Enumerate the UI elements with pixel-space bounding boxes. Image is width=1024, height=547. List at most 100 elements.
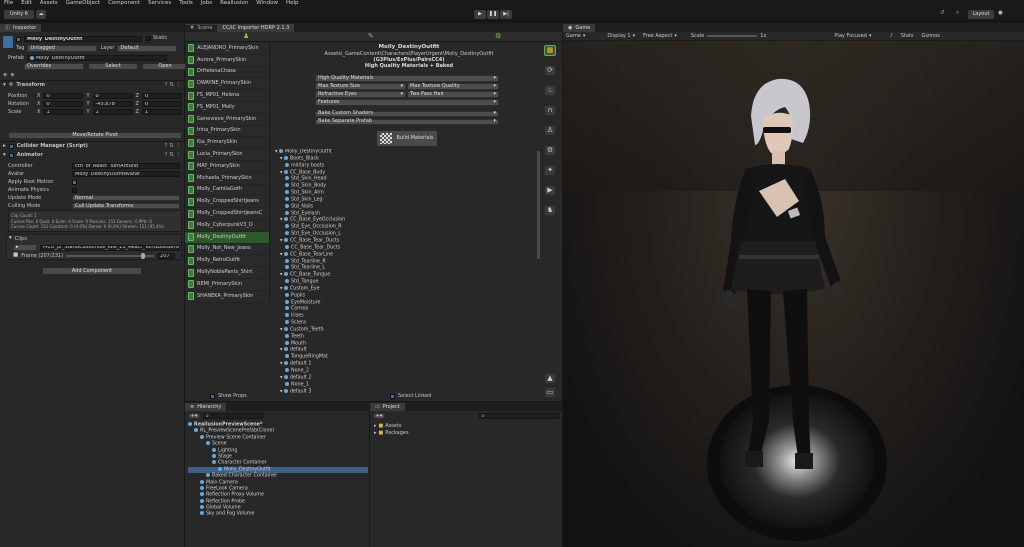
mesh-tree-item[interactable]: Std_Skin_Head bbox=[275, 176, 537, 183]
scale-z-field[interactable]: 1 bbox=[141, 109, 182, 115]
max-tex-size-dropdown[interactable]: Max Texture Size ▾ bbox=[315, 83, 406, 90]
active-checkbox[interactable] bbox=[16, 36, 21, 42]
static-checkbox[interactable] bbox=[146, 36, 151, 41]
clip-field[interactable]: MCU_pf_StandCustomize_Idle_21_React_Turn… bbox=[40, 244, 180, 251]
mesh-tree-item[interactable]: Std_Tongue bbox=[275, 279, 537, 286]
character-list-item[interactable]: Molly_Not_New_Jeans bbox=[185, 244, 269, 256]
select-linked-toggle[interactable]: Select Linked bbox=[390, 394, 431, 399]
mesh-tree-item[interactable]: ▾ default bbox=[275, 347, 537, 354]
character-list-item[interactable]: Michaela_PrimarySkin bbox=[185, 173, 269, 185]
pause-button[interactable]: ❚❚ bbox=[487, 10, 499, 19]
frame-slider-knob[interactable] bbox=[141, 253, 146, 259]
play-icon[interactable]: ▶ bbox=[544, 185, 556, 196]
menu-item[interactable]: Component bbox=[108, 1, 140, 7]
mesh-tree-item[interactable]: Std_Eye_Occlusion_R bbox=[275, 224, 537, 231]
mesh-tree-item[interactable]: ▾ default 1 bbox=[275, 361, 537, 368]
add-button[interactable]: +▾ bbox=[373, 413, 385, 419]
tree-scrollbar[interactable] bbox=[537, 151, 540, 259]
character-list-item[interactable]: Genevieve_PrimarySkin bbox=[185, 114, 269, 126]
account-icon[interactable]: ● bbox=[998, 10, 1003, 17]
tab-hierarchy[interactable]: ≡ Hierarchy bbox=[185, 403, 227, 411]
mesh-tree-item[interactable]: Std_Tearline_L bbox=[275, 265, 537, 272]
refractive-eyes-dropdown[interactable]: Refractive Eyes ▾ bbox=[315, 91, 406, 98]
mesh-tree-item[interactable]: ▾ CC_Base_Body bbox=[275, 169, 537, 177]
character-list-item[interactable]: Molly_CamilaGoth bbox=[185, 185, 269, 197]
mesh-tree-item[interactable]: ▾ CC_Base_Tongue bbox=[275, 272, 537, 279]
character-list-item[interactable]: DrHelenaChase bbox=[185, 67, 269, 79]
max-tex-quality-dropdown[interactable]: Max Texture Quality ▾ bbox=[407, 83, 499, 90]
display-dropdown[interactable]: Display 1 ▾ bbox=[607, 33, 635, 39]
overrides-dropdown[interactable]: Overrides bbox=[24, 63, 84, 70]
mesh-tree-item[interactable]: Pupils bbox=[275, 292, 537, 300]
project-button[interactable]: Unity 6 bbox=[4, 10, 34, 19]
mesh-tree-item[interactable]: Sclera bbox=[275, 320, 537, 327]
play-button[interactable]: ▶ bbox=[474, 10, 486, 19]
character-list-item[interactable]: Molly_CroppedShirtJeansC bbox=[185, 208, 269, 220]
character-list-item[interactable]: Molly_DestinyOutfit bbox=[185, 231, 269, 244]
run-icon[interactable]: ♞ bbox=[544, 205, 556, 216]
culling-mode-dropdown[interactable]: Cull Update Transforms bbox=[72, 202, 180, 210]
character-list-item[interactable]: SHANEKA_PrimarySkin bbox=[185, 291, 269, 303]
character-list-item[interactable]: Aurora_PrimarySkin bbox=[185, 55, 269, 67]
select-button[interactable]: Select bbox=[88, 63, 138, 70]
bake-prefab-dropdown[interactable]: Bake Separate Prefab ▾ bbox=[315, 118, 499, 125]
play-icon[interactable]: ■ bbox=[13, 253, 18, 259]
help-icon[interactable]: ? ⇅ ⋮ bbox=[164, 152, 181, 159]
character-icon[interactable]: ♟ bbox=[243, 33, 249, 40]
scale-y-field[interactable]: 1 bbox=[92, 109, 133, 115]
figure-icon[interactable]: ♙ bbox=[544, 125, 556, 136]
mesh-tree-item[interactable]: Mouth bbox=[275, 340, 537, 348]
features-dropdown[interactable]: Features ▾ bbox=[315, 99, 499, 106]
import-icon[interactable]: ▦ bbox=[544, 45, 556, 56]
tag-dropdown[interactable]: Untagged bbox=[27, 45, 98, 52]
add-component-button[interactable]: Add Component bbox=[42, 267, 142, 275]
mesh-tree-item[interactable]: Teeth bbox=[275, 333, 537, 341]
mesh-tree-item[interactable]: Std_Eyelash bbox=[275, 210, 537, 218]
two-pass-hair-dropdown[interactable]: Two Pass Hair ▾ bbox=[407, 91, 499, 98]
object-name-field[interactable]: Molly_DestinyOutfit bbox=[24, 36, 142, 42]
mesh-tree-item[interactable]: Cornea bbox=[275, 306, 537, 313]
character-list-item[interactable]: MollyNoblePants_Shirt bbox=[185, 267, 269, 279]
refresh-icon[interactable]: ⟳ bbox=[544, 65, 556, 76]
build-materials-button[interactable]: Build Materials bbox=[376, 130, 438, 147]
mesh-tree-item[interactable]: ▾ CC_Base_EyeOcclusion bbox=[275, 217, 537, 224]
play-focused-dropdown[interactable]: Play Focused ▾ bbox=[834, 33, 871, 39]
mesh-tree-item[interactable]: None_2 bbox=[275, 368, 537, 375]
mesh-tree-item[interactable]: Irises bbox=[275, 313, 537, 320]
character-list-item[interactable]: Kia_PrimarySkin bbox=[185, 137, 269, 150]
layers-icon-2[interactable]: ◈ bbox=[10, 72, 14, 79]
character-list-item[interactable]: Molly_CroppedShirtJeans bbox=[185, 196, 269, 209]
project-search-input[interactable]: ⌕ bbox=[479, 413, 559, 419]
character-list-item[interactable]: FS_MP01_Molly bbox=[185, 102, 269, 114]
position-z-field[interactable]: 0 bbox=[141, 93, 182, 99]
mesh-tree-item[interactable]: ▾ Custom_Eye bbox=[275, 285, 537, 293]
stats-button[interactable]: Stats bbox=[901, 33, 914, 39]
project-item-assets[interactable]: ▸ ■ Assets bbox=[374, 423, 409, 430]
mesh-tree-item[interactable]: Std_Skin_Leg bbox=[275, 196, 537, 204]
menu-item[interactable]: File bbox=[4, 1, 13, 7]
menu-item[interactable]: Jobs bbox=[201, 1, 212, 7]
mute-icon[interactable]: ♪ bbox=[889, 33, 892, 39]
collider-header[interactable]: ▸ Collider Manager (Script) ? ⇅ ⋮ bbox=[3, 143, 181, 150]
prefab-field[interactable]: Molly_DestinyOutfit bbox=[26, 55, 167, 61]
position-y-field[interactable]: 0 bbox=[92, 93, 133, 99]
mesh-tree-item[interactable]: ▾ Custom_Teeth bbox=[275, 326, 537, 334]
open-button[interactable]: Open bbox=[142, 63, 188, 70]
magnet-icon[interactable]: ∩ bbox=[544, 105, 556, 116]
animator-checkbox[interactable] bbox=[8, 153, 14, 159]
scale-x-field[interactable]: 1 bbox=[43, 109, 84, 115]
character-list-item[interactable]: ALEJANDRO_PrimarySkin bbox=[185, 43, 269, 55]
tab-game[interactable]: ◉ Game bbox=[563, 24, 596, 32]
update-mode-dropdown[interactable]: Normal bbox=[72, 194, 180, 202]
avatar-field[interactable]: Molly_DestinyOutfitAvatar bbox=[72, 171, 180, 177]
menu-item[interactable]: Edit bbox=[21, 1, 32, 7]
transform-header[interactable]: ▾ ✥ Transform ? ⇅ ⋮ bbox=[3, 82, 181, 89]
scale-control[interactable]: Scale 1x bbox=[691, 33, 767, 39]
move-rotate-pivot-button[interactable]: Move/Rotate Pivot bbox=[8, 132, 182, 139]
animator-header[interactable]: ▾ Animator ? ⇅ ⋮ bbox=[3, 152, 181, 159]
character-list-item[interactable]: DWAYNE_PrimarySkin bbox=[185, 78, 269, 91]
layer-dropdown[interactable]: Default bbox=[117, 45, 178, 52]
brush-icon[interactable]: ✎ bbox=[368, 33, 374, 40]
menu-item[interactable]: Window bbox=[256, 1, 278, 7]
sparkle-icon[interactable]: ✦ bbox=[544, 165, 556, 176]
